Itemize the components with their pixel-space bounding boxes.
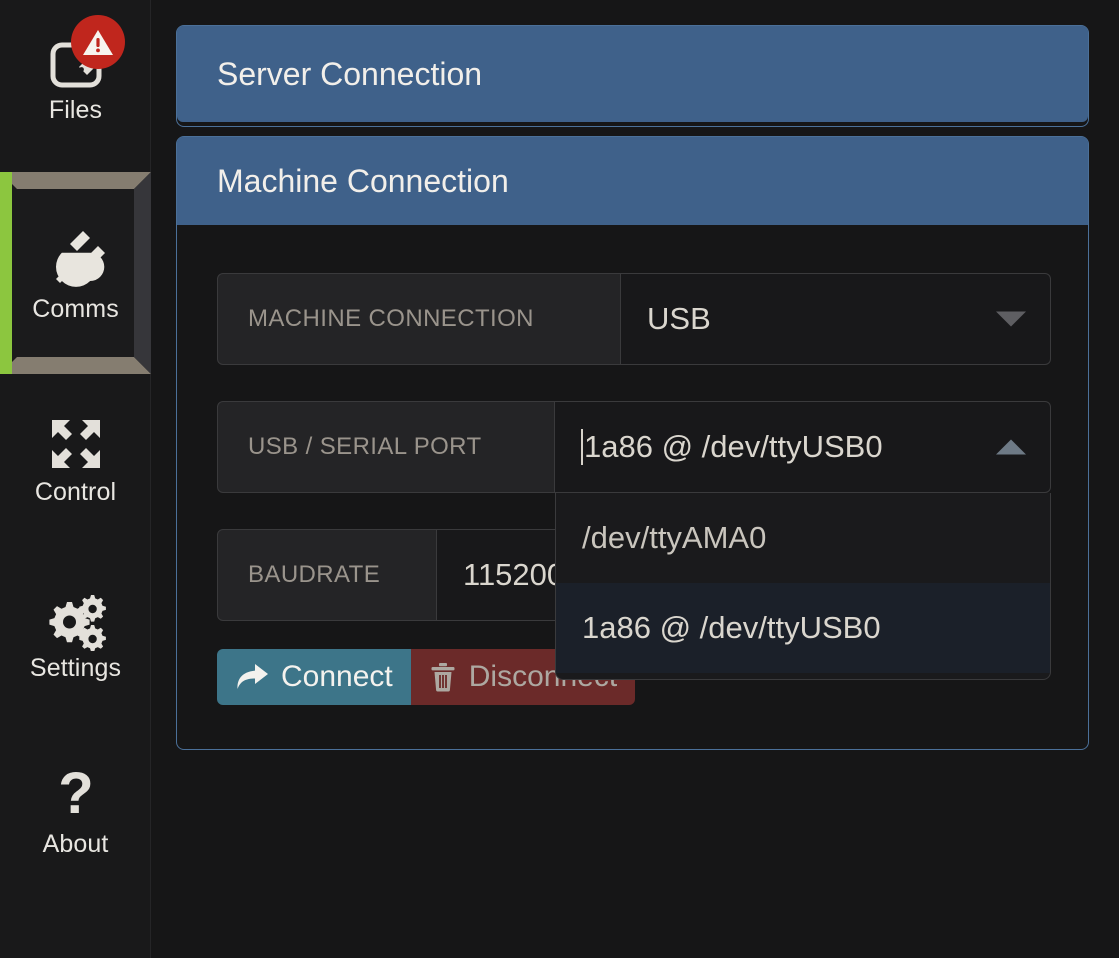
input-baudrate-value: 115200	[463, 557, 565, 592]
question-mark-icon: ?	[49, 765, 103, 827]
gears-icon	[45, 589, 107, 651]
sidebar: Files Comms Control Settings ? About	[0, 0, 151, 958]
panel-server-connection: Server Connection	[176, 25, 1089, 127]
connect-button-label: Connect	[281, 660, 393, 693]
combobox-usb-serial-port[interactable]: 1a86 @ /dev/ttyUSB0	[555, 401, 1051, 493]
dropdown-option-ttyama0[interactable]: /dev/ttyAMA0	[556, 493, 1050, 583]
sidebar-item-files[interactable]: Files	[0, 15, 151, 138]
warning-triangle-icon	[70, 15, 125, 69]
sidebar-item-about[interactable]: ? About	[0, 752, 151, 872]
panel-machine-title[interactable]: Machine Connection	[177, 137, 1088, 225]
active-bevel-bottom	[0, 357, 151, 374]
usb-serial-port-dropdown: /dev/ttyAMA0 1a86 @ /dev/ttyUSB0	[555, 493, 1051, 680]
sidebar-item-label-settings: Settings	[29, 654, 122, 682]
move-arrows-icon	[46, 413, 106, 475]
sidebar-item-control[interactable]: Control	[0, 400, 151, 520]
field-usb-serial-port: USB / SERIAL PORT 1a86 @ /dev/ttyUSB0	[217, 401, 1051, 493]
label-machine-connection: MACHINE CONNECTION	[217, 273, 621, 365]
sidebar-item-label-comms: Comms	[32, 295, 119, 323]
field-machine-connection: MACHINE CONNECTION USB	[217, 273, 1051, 365]
active-bevel-right	[134, 172, 151, 374]
main-content: Server Connection Machine Connection MAC…	[151, 0, 1119, 958]
plug-icon	[42, 222, 110, 292]
sidebar-item-comms[interactable]: Comms	[0, 172, 151, 374]
panel-machine-connection: Machine Connection MACHINE CONNECTION US…	[176, 136, 1089, 750]
sidebar-item-label-control: Control	[34, 478, 117, 506]
sidebar-item-settings[interactable]: Settings	[0, 576, 151, 696]
label-usb-serial-port: USB / SERIAL PORT	[217, 401, 555, 493]
combobox-usb-serial-port-value: 1a86 @ /dev/ttyUSB0	[584, 429, 883, 464]
file-tag-icon	[45, 15, 125, 93]
sidebar-item-label-files: Files	[48, 96, 103, 124]
chevron-down-icon[interactable]	[996, 311, 1026, 327]
label-baudrate: BAUDRATE	[217, 529, 437, 621]
share-arrow-icon	[235, 662, 269, 692]
select-machine-connection[interactable]: USB	[621, 273, 1051, 365]
dropdown-option-ttyusb0[interactable]: 1a86 @ /dev/ttyUSB0	[556, 583, 1050, 673]
connect-button[interactable]: Connect	[217, 649, 411, 705]
trash-icon	[429, 662, 457, 692]
app-window: Files Comms Control Settings ? About Ser…	[0, 0, 1119, 958]
active-bevel-top	[0, 172, 151, 189]
text-caret	[581, 429, 583, 465]
panel-server-title[interactable]: Server Connection	[177, 26, 1088, 122]
svg-text:?: ?	[58, 767, 93, 825]
chevron-up-icon[interactable]	[996, 439, 1026, 455]
sidebar-item-label-about: About	[42, 830, 109, 858]
active-indicator	[0, 172, 12, 374]
select-machine-connection-value: USB	[647, 301, 711, 336]
